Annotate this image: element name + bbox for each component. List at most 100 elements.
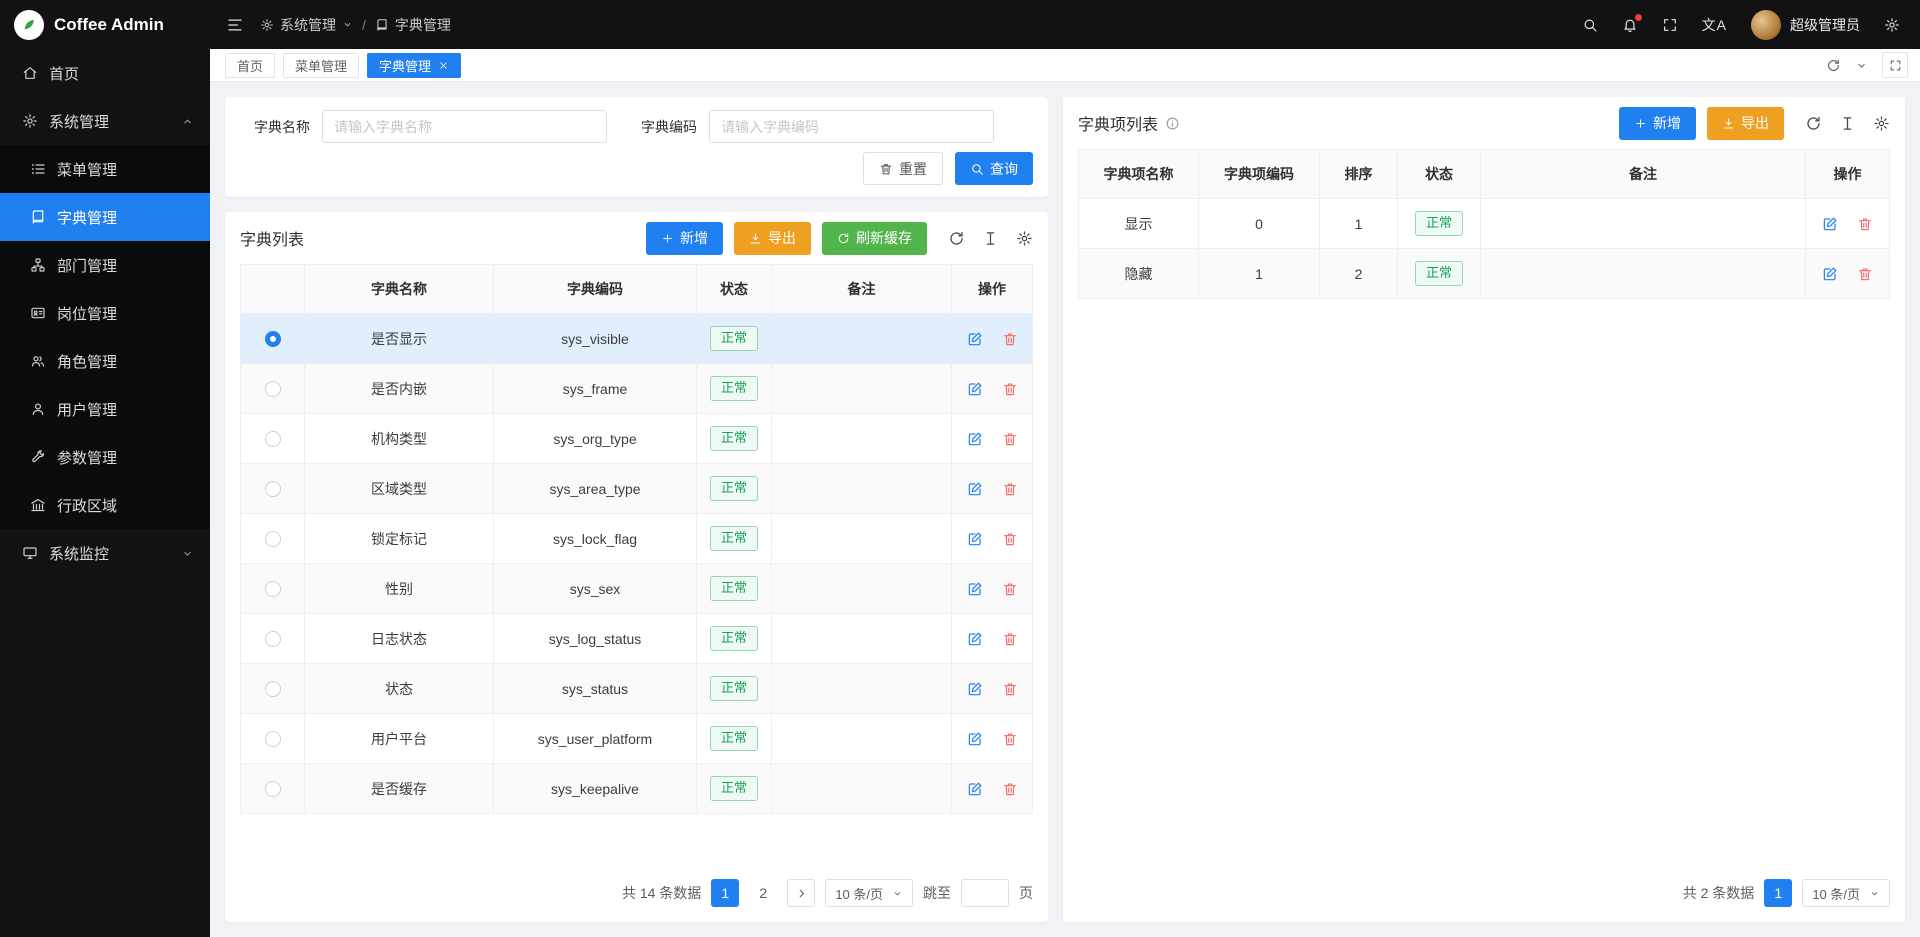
edit-icon[interactable] xyxy=(967,581,983,597)
column-width-icon[interactable] xyxy=(1839,115,1856,132)
delete-icon[interactable] xyxy=(1002,631,1018,647)
user-menu[interactable]: 超级管理员 xyxy=(1751,10,1860,40)
bell-icon[interactable] xyxy=(1622,17,1638,33)
sidebar-item-home[interactable]: 首页 xyxy=(0,49,210,97)
row-radio-checked[interactable] xyxy=(265,331,281,347)
row-radio[interactable] xyxy=(265,531,281,547)
row-radio[interactable] xyxy=(265,681,281,697)
app-logo[interactable]: Coffee Admin xyxy=(0,0,210,49)
table-row[interactable]: 隐藏 1 2 正常 xyxy=(1079,249,1890,299)
row-radio[interactable] xyxy=(265,381,281,397)
edit-icon[interactable] xyxy=(967,631,983,647)
sidebar-item-param-management[interactable]: 参数管理 xyxy=(0,433,210,481)
sidebar-item-system-management[interactable]: 系统管理 xyxy=(0,97,210,145)
chevron-down-icon[interactable] xyxy=(1855,59,1868,72)
row-radio[interactable] xyxy=(265,431,281,447)
delete-icon[interactable] xyxy=(1002,731,1018,747)
delete-icon[interactable] xyxy=(1002,781,1018,797)
row-radio[interactable] xyxy=(265,731,281,747)
delete-icon[interactable] xyxy=(1857,216,1873,232)
row-radio[interactable] xyxy=(265,581,281,597)
sidebar-collapse-icon[interactable] xyxy=(226,16,244,34)
page-button-1[interactable]: 1 xyxy=(1764,879,1792,907)
page-button-1[interactable]: 1 xyxy=(711,879,739,907)
table-row[interactable]: 日志状态 sys_log_status 正常 xyxy=(241,614,1033,664)
edit-icon[interactable] xyxy=(967,781,983,797)
next-page-button[interactable] xyxy=(787,879,815,907)
query-button[interactable]: 查询 xyxy=(955,152,1033,185)
table-row[interactable]: 状态 sys_status 正常 xyxy=(241,664,1033,714)
table-row[interactable]: 锁定标记 sys_lock_flag 正常 xyxy=(241,514,1033,564)
row-radio[interactable] xyxy=(265,631,281,647)
tab-home[interactable]: 首页 xyxy=(225,53,275,78)
chevron-down-icon xyxy=(1869,888,1880,899)
table-row[interactable]: 显示 0 1 正常 xyxy=(1079,199,1890,249)
table-settings-icon[interactable] xyxy=(1873,115,1890,132)
status-badge: 正常 xyxy=(710,426,758,451)
edit-icon[interactable] xyxy=(967,331,983,347)
row-radio[interactable] xyxy=(265,481,281,497)
table-row[interactable]: 是否显示 sys_visible 正常 xyxy=(241,314,1033,364)
edit-icon[interactable] xyxy=(1822,266,1838,282)
refresh-cache-button[interactable]: 刷新缓存 xyxy=(822,222,927,255)
settings-gear-icon[interactable] xyxy=(1884,17,1900,33)
export-items-button[interactable]: 导出 xyxy=(1707,107,1784,140)
add-button[interactable]: 新增 xyxy=(646,222,723,255)
search-icon[interactable] xyxy=(1582,17,1598,33)
delete-icon[interactable] xyxy=(1002,681,1018,697)
table-row[interactable]: 是否内嵌 sys_frame 正常 xyxy=(241,364,1033,414)
sidebar-item-dept-management[interactable]: 部门管理 xyxy=(0,241,210,289)
table-row[interactable]: 性别 sys_sex 正常 xyxy=(241,564,1033,614)
content-fullscreen-icon[interactable] xyxy=(1882,52,1908,78)
page-button-2[interactable]: 2 xyxy=(749,879,777,907)
sidebar-item-user-management[interactable]: 用户管理 xyxy=(0,385,210,433)
close-icon[interactable] xyxy=(438,60,449,71)
edit-icon[interactable] xyxy=(967,431,983,447)
tab-bar: 首页 菜单管理 字典管理 xyxy=(210,49,1920,82)
edit-icon[interactable] xyxy=(967,381,983,397)
sidebar-item-admin-region[interactable]: 行政区域 xyxy=(0,481,210,529)
page-size-select[interactable]: 10 条/页 xyxy=(1802,879,1890,907)
edit-icon[interactable] xyxy=(967,481,983,497)
export-button[interactable]: 导出 xyxy=(734,222,811,255)
edit-icon[interactable] xyxy=(967,681,983,697)
sidebar-item-system-monitor[interactable]: 系统监控 xyxy=(0,529,210,577)
column-width-icon[interactable] xyxy=(982,230,999,247)
table-row[interactable]: 机构类型 sys_org_type 正常 xyxy=(241,414,1033,464)
dict-name-input[interactable] xyxy=(322,110,607,143)
delete-icon[interactable] xyxy=(1002,331,1018,347)
row-radio[interactable] xyxy=(265,781,281,797)
delete-icon[interactable] xyxy=(1002,431,1018,447)
delete-icon[interactable] xyxy=(1002,481,1018,497)
delete-icon[interactable] xyxy=(1857,266,1873,282)
delete-icon[interactable] xyxy=(1002,381,1018,397)
breadcrumb-item-system[interactable]: 系统管理 xyxy=(260,15,353,35)
fullscreen-icon[interactable] xyxy=(1662,17,1678,33)
tab-dict-management[interactable]: 字典管理 xyxy=(367,53,461,78)
info-icon[interactable] xyxy=(1165,116,1180,131)
refresh-icon[interactable] xyxy=(1826,58,1841,73)
refresh-icon[interactable] xyxy=(948,230,965,247)
edit-icon[interactable] xyxy=(967,731,983,747)
delete-icon[interactable] xyxy=(1002,531,1018,547)
table-row[interactable]: 是否缓存 sys_keepalive 正常 xyxy=(241,764,1033,814)
edit-icon[interactable] xyxy=(967,531,983,547)
jump-page-input[interactable] xyxy=(961,879,1009,907)
refresh-icon[interactable] xyxy=(1805,115,1822,132)
tab-menu-management[interactable]: 菜单管理 xyxy=(283,53,359,78)
edit-icon[interactable] xyxy=(1822,216,1838,232)
table-settings-icon[interactable] xyxy=(1016,230,1033,247)
breadcrumb-item-dict[interactable]: 字典管理 xyxy=(375,15,451,35)
page-size-select[interactable]: 10 条/页 xyxy=(825,879,913,907)
sidebar-item-role-management[interactable]: 角色管理 xyxy=(0,337,210,385)
sidebar-item-post-management[interactable]: 岗位管理 xyxy=(0,289,210,337)
dict-code-input[interactable] xyxy=(709,110,994,143)
table-row[interactable]: 用户平台 sys_user_platform 正常 xyxy=(241,714,1033,764)
sidebar-item-menu-management[interactable]: 菜单管理 xyxy=(0,145,210,193)
sidebar-item-dict-management[interactable]: 字典管理 xyxy=(0,193,210,241)
translate-icon[interactable]: 文A xyxy=(1702,15,1727,35)
table-row[interactable]: 区域类型 sys_area_type 正常 xyxy=(241,464,1033,514)
delete-icon[interactable] xyxy=(1002,581,1018,597)
reset-button[interactable]: 重置 xyxy=(863,152,943,185)
add-item-button[interactable]: 新增 xyxy=(1619,107,1696,140)
